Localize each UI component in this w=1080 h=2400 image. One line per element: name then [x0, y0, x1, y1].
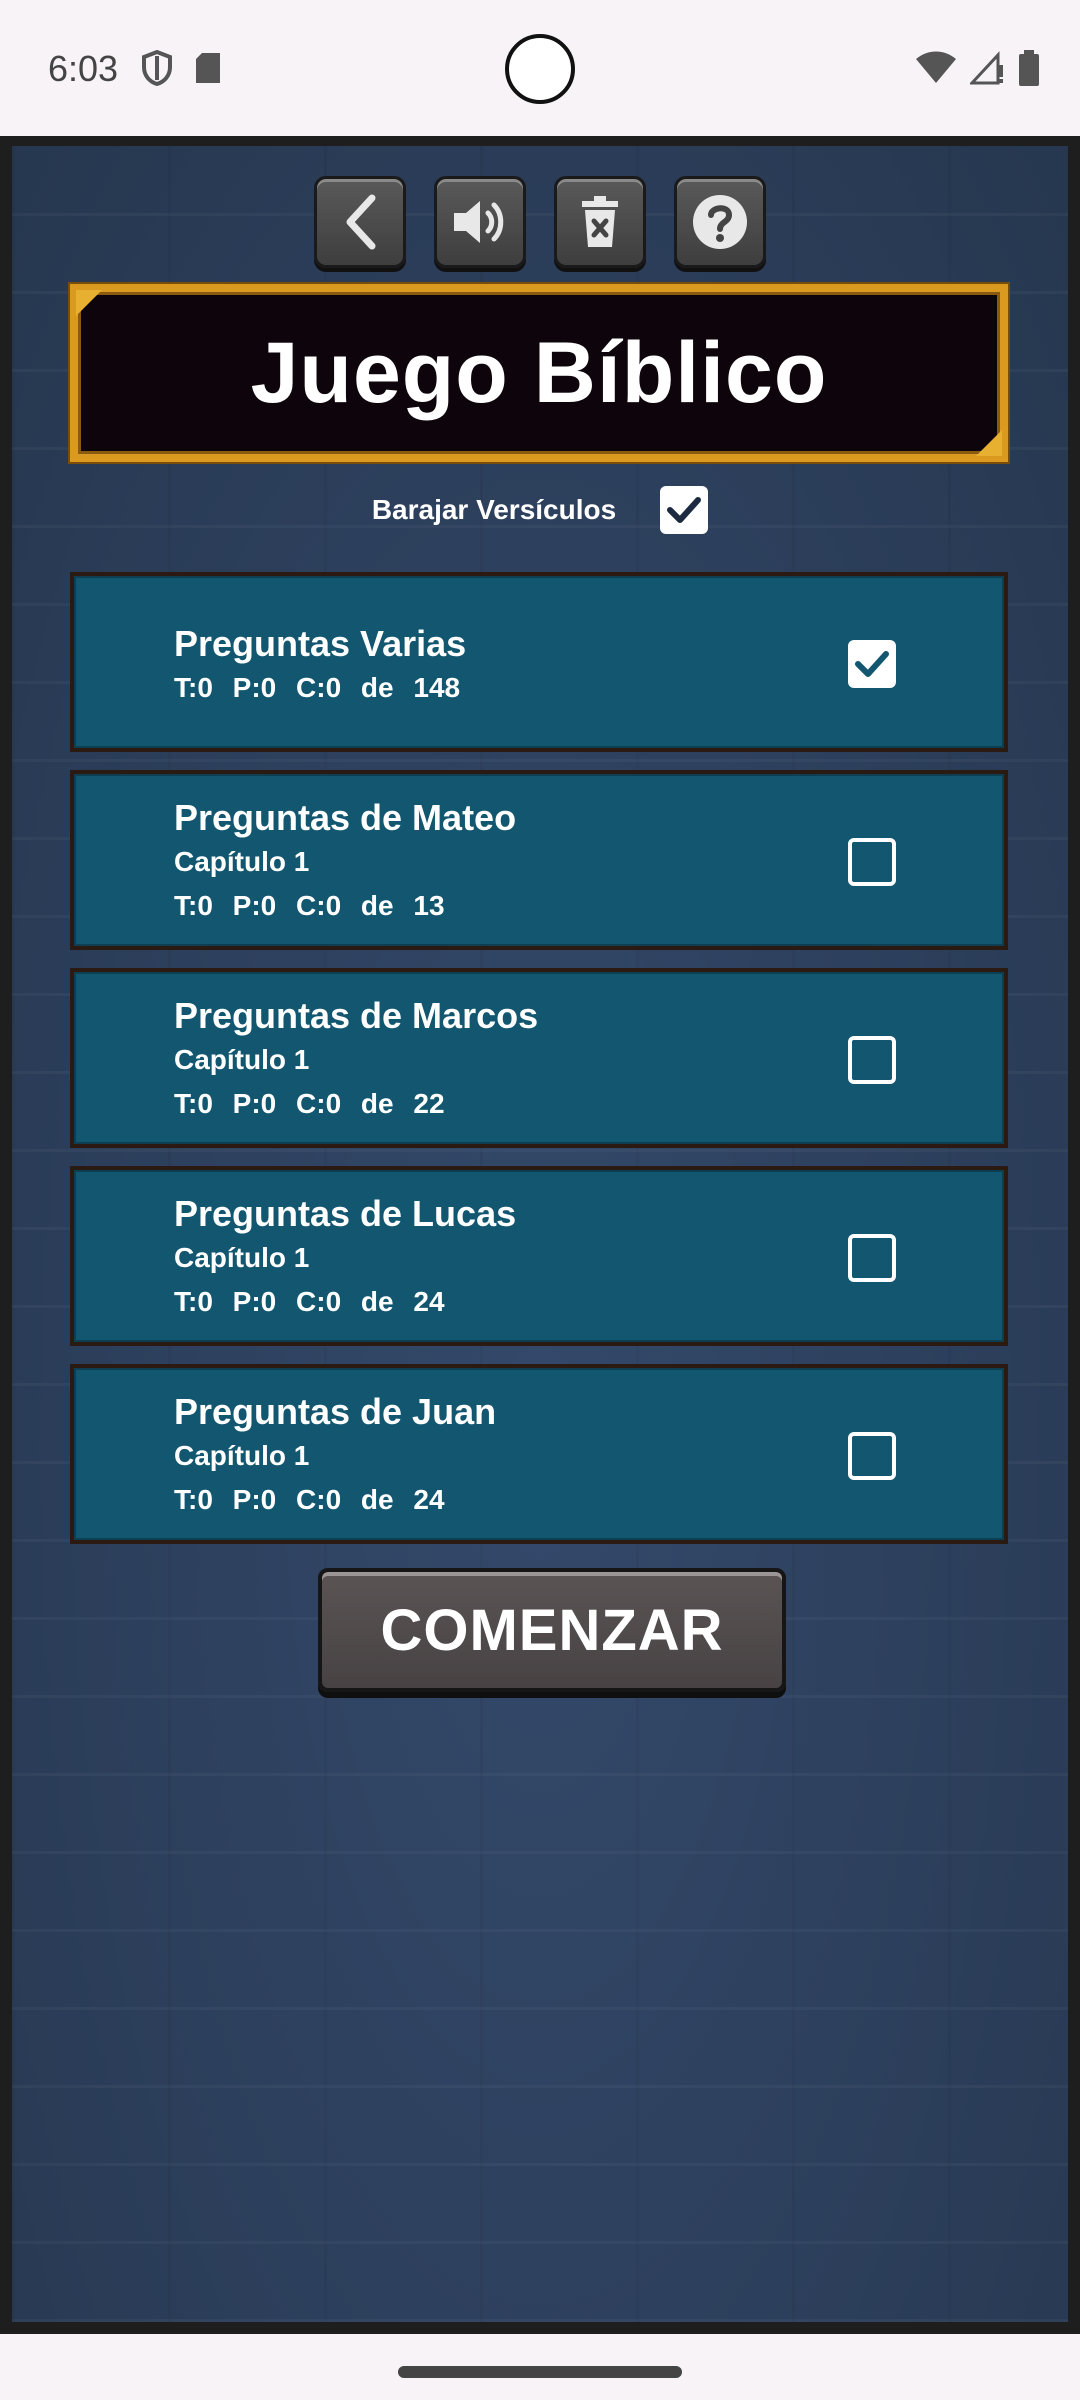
category-subtitle: Capítulo 1 — [174, 846, 310, 877]
status-time: 6:03 — [48, 48, 119, 89]
delete-button[interactable] — [554, 176, 646, 268]
back-button[interactable] — [314, 176, 406, 268]
trash-icon — [582, 196, 618, 247]
category-title: Preguntas de Mateo — [174, 797, 517, 838]
category-title: Preguntas de Lucas — [174, 1193, 517, 1234]
category-card-varias[interactable]: Preguntas Varias T:0 P:0 C:0 de 148 — [70, 572, 1008, 752]
signal-icon — [970, 51, 1003, 85]
title-banner: Juego Bíblico — [70, 284, 1008, 462]
shield-icon — [142, 50, 172, 86]
category-title: Preguntas Varias — [174, 623, 467, 664]
battery-icon — [1019, 50, 1039, 86]
shuffle-label: Barajar Versículos — [371, 494, 617, 525]
camera-cutout — [505, 34, 575, 104]
category-checkbox[interactable] — [848, 1036, 896, 1084]
category-stats: T:0 P:0 C:0 de 24 — [174, 1484, 445, 1515]
category-stats: T:0 P:0 C:0 de 22 — [174, 1088, 445, 1119]
sound-button[interactable] — [434, 176, 526, 268]
game-area: Juego Bíblico Barajar Versículos Pregunt… — [0, 136, 1080, 2334]
chevron-left-icon — [346, 194, 376, 250]
category-title: Preguntas de Juan — [174, 1391, 497, 1432]
category-title: Preguntas de Marcos — [174, 995, 539, 1036]
speaker-icon — [454, 201, 504, 243]
category-checkbox[interactable] — [848, 640, 896, 688]
home-gesture-handle[interactable] — [398, 2366, 682, 2378]
navigation-bar — [0, 2334, 1080, 2400]
status-bar: 6:03 — [0, 0, 1080, 136]
sd-card-icon — [196, 53, 220, 83]
category-card-mateo[interactable]: Preguntas de Mateo Capítulo 1 T:0 P:0 C:… — [70, 770, 1008, 950]
category-stats: T:0 P:0 C:0 de 13 — [174, 890, 445, 921]
help-button[interactable] — [674, 176, 766, 268]
category-stats: T:0 P:0 C:0 de 24 — [174, 1286, 445, 1317]
category-subtitle: Capítulo 1 — [174, 1440, 310, 1471]
check-icon — [667, 497, 702, 523]
category-checkbox[interactable] — [848, 838, 896, 886]
category-checkbox[interactable] — [848, 1432, 896, 1480]
start-button[interactable]: COMENZAR — [318, 1568, 786, 1692]
category-subtitle: Capítulo 1 — [174, 1044, 310, 1075]
shuffle-checkbox[interactable] — [660, 486, 709, 534]
category-card-lucas[interactable]: Preguntas de Lucas Capítulo 1 T:0 P:0 C:… — [70, 1166, 1008, 1346]
category-stats: T:0 P:0 C:0 de 148 — [174, 672, 461, 703]
toolbar — [12, 176, 1068, 268]
wifi-icon — [916, 51, 956, 83]
category-list: Preguntas Varias T:0 P:0 C:0 de 148 Preg… — [70, 572, 1008, 1562]
shuffle-row: Barajar Versículos — [12, 486, 1068, 534]
check-icon — [855, 651, 889, 677]
category-subtitle: Capítulo 1 — [174, 1242, 310, 1273]
category-card-marcos[interactable]: Preguntas de Marcos Capítulo 1 T:0 P:0 C… — [70, 968, 1008, 1148]
category-card-juan[interactable]: Preguntas de Juan Capítulo 1 T:0 P:0 C:0… — [70, 1364, 1008, 1544]
question-icon — [693, 195, 747, 249]
category-checkbox[interactable] — [848, 1234, 896, 1282]
page-title: Juego Bíblico — [250, 324, 828, 421]
